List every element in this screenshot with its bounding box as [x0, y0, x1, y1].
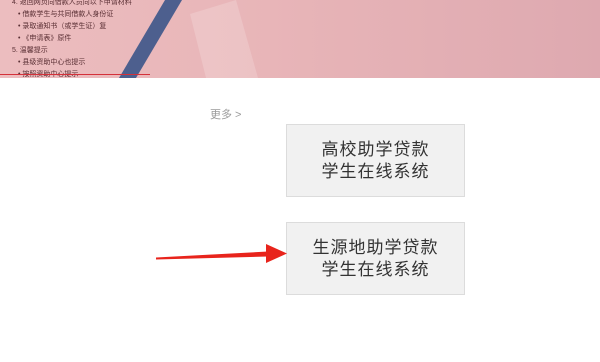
college-loan-system-subtitle: 学生在线系统 [321, 161, 430, 181]
notice-divider [0, 74, 150, 75]
college-loan-system-button[interactable]: 高校助学贷款 学生在线系统 [286, 124, 465, 197]
page: 4. 返回网页向借款人员向以下申请材料 • 借款学生与共同借款人身份证 • 录取… [0, 0, 600, 362]
college-loan-system-title: 高校助学贷款 [321, 139, 430, 159]
origin-loan-system-subtitle: 学生在线系统 [321, 259, 430, 279]
notice-step-4: 4. 返回网页向借款人员向以下申请材料 [12, 0, 132, 6]
notice-item-tip-1: • 县级资助中心也提示 [18, 59, 86, 66]
origin-loan-system-title: 生源地助学贷款 [312, 237, 439, 257]
notice-item-admission: • 录取通知书（或学生证）复 [18, 23, 107, 30]
notice-item-id-card: • 借款学生与共同借款人身份证 [18, 11, 114, 18]
more-link[interactable]: 更多 > [210, 108, 241, 122]
notice-step-5: 5. 温馨提示 [12, 47, 48, 54]
notice-panel: 4. 返回网页向借款人员向以下申请材料 • 借款学生与共同借款人身份证 • 录取… [0, 0, 150, 78]
red-arrow-head [266, 244, 287, 263]
red-arrow-shaft [156, 251, 268, 260]
origin-loan-system-button[interactable]: 生源地助学贷款 学生在线系统 [286, 222, 465, 295]
notice-item-application-form: • 《申请表》原件 [18, 35, 72, 42]
banner-highlight-shape [190, 0, 258, 78]
header-banner: 4. 返回网页向借款人员向以下申请材料 • 借款学生与共同借款人身份证 • 录取… [0, 0, 600, 78]
